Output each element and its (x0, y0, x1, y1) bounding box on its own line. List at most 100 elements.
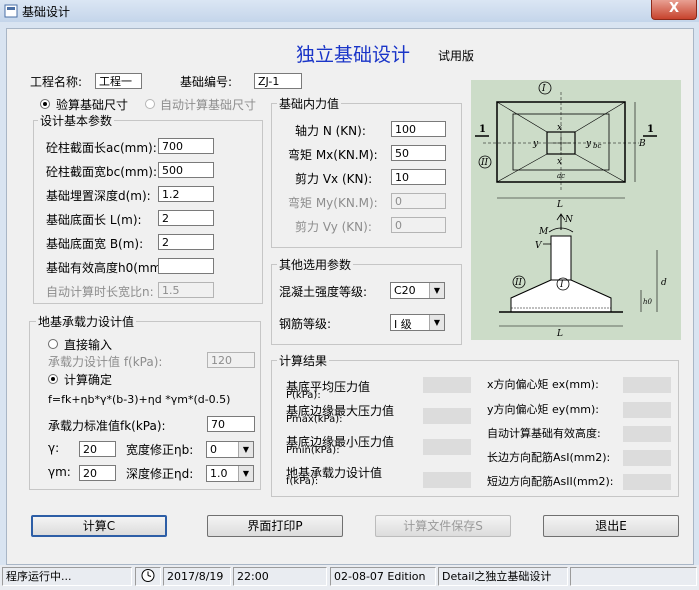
steel-label: 钢筋等级: (279, 317, 332, 331)
ac-label: 砼柱截面长ac(mm): (46, 141, 157, 155)
check-size-radio[interactable] (40, 99, 50, 109)
chevron-down-icon[interactable]: ▼ (429, 315, 444, 330)
eta-b-value: 0 (210, 443, 217, 456)
fa-result (423, 472, 471, 488)
bc-input[interactable] (158, 162, 214, 178)
calc-determine-radio[interactable] (48, 374, 58, 384)
direct-input-radio[interactable] (48, 339, 58, 349)
chevron-down-icon[interactable]: ▼ (238, 466, 253, 481)
L-label: 基础底面长 L(m): (46, 213, 142, 227)
d-label: d (661, 278, 667, 288)
M-diagram-label: M (538, 227, 549, 237)
Vx-label: 剪力 Vx (KN): (295, 172, 373, 186)
page-title: 独立基础设计 (296, 44, 411, 66)
ac-input[interactable] (158, 138, 214, 154)
bc-dim-label: bc (593, 142, 601, 150)
status-running: 程序运行中... (2, 567, 132, 586)
eta-d-label: 深度修正ηd: (126, 467, 194, 481)
steel-value: I 级 (394, 318, 412, 331)
section-I-elev-label: I (559, 280, 564, 290)
ey-label: y方向偏心矩 ey(mm): (487, 403, 600, 416)
N-input[interactable] (391, 121, 446, 137)
N-label: 轴力 N (KN): (295, 124, 366, 138)
d-label: 基础埋置深度d(m): (46, 189, 151, 203)
Mx-input[interactable] (391, 145, 446, 161)
asII-label: 短边方向配筋AsII(mm2): (487, 475, 614, 488)
h0-diagram-label: h0 (643, 298, 653, 306)
Mx-label: 弯矩 Mx(KN.M): (288, 148, 378, 162)
status-empty (570, 567, 697, 586)
status-edition: 02-08-07 Edition (330, 567, 436, 586)
basic-params-title: 设计基本参数 (38, 112, 115, 129)
project-name-label: 工程名称: (30, 75, 83, 89)
B-input[interactable] (158, 234, 214, 250)
Vy-input (391, 217, 446, 233)
section-one-right: 1 (647, 124, 654, 135)
Vy-label: 剪力 Vy (KN): (295, 220, 372, 234)
concrete-label: 混凝土强度等级: (279, 285, 368, 299)
L-input[interactable] (158, 210, 214, 226)
Vx-input[interactable] (391, 169, 446, 185)
B-plan-label: B (638, 139, 646, 149)
calculate-button[interactable]: 计算C (31, 515, 167, 537)
ratio-label: 自动计算时长宽比n: (46, 285, 154, 299)
auto-size-radio[interactable] (145, 99, 155, 109)
chevron-down-icon[interactable]: ▼ (238, 442, 253, 457)
ex-label: x方向偏心矩 ex(mm): (487, 378, 599, 391)
ex-result (623, 377, 671, 393)
gamma-input[interactable] (79, 441, 116, 457)
eta-b-select[interactable]: 0 ▼ (206, 441, 254, 458)
foundation-code-input[interactable] (254, 73, 302, 89)
auto-h-label: 自动计算基础有效高度: (487, 427, 601, 440)
d-input[interactable] (158, 186, 214, 202)
bearing-formula: f=fk+ηb*γ*(b-3)+ηd *γm*(d-0.5) (48, 393, 231, 406)
foundation-code-label: 基础编号: (180, 75, 233, 89)
p-result (423, 377, 471, 393)
steel-select[interactable]: I 级 ▼ (390, 314, 445, 331)
save-button[interactable]: 计算文件保存S (375, 515, 511, 537)
project-name-input[interactable] (95, 73, 142, 89)
window-title: 基础设计 (22, 5, 71, 19)
eta-d-select[interactable]: 1.0 ▼ (206, 465, 254, 482)
x-label-bottom: x (557, 157, 562, 167)
h0-input[interactable] (158, 258, 214, 274)
column-elevation (550, 235, 572, 281)
status-date: 2017/8/19 (163, 567, 231, 586)
V-diagram-label: V (535, 241, 543, 251)
asI-result (623, 450, 671, 466)
status-time: 22:00 (233, 567, 327, 586)
eta-d-value: 1.0 (210, 467, 228, 480)
concrete-select[interactable]: C20 ▼ (390, 282, 445, 299)
close-button[interactable]: X (651, 0, 697, 20)
print-button[interactable]: 界面打印P (207, 515, 343, 537)
window: 基础设计 X 独立基础设计 试用版 工程名称: 基础编号: 验算基础尺寸 自动计… (0, 0, 699, 590)
ratio-input (158, 282, 214, 298)
concrete-value: C20 (394, 284, 416, 297)
forces-title: 基础内力值 (277, 95, 342, 112)
L-plan-label: L (556, 200, 563, 210)
gamma-m-input[interactable] (79, 465, 116, 481)
p-sub-label: P(kPa): (286, 390, 321, 401)
My-input (391, 193, 446, 209)
chevron-down-icon[interactable]: ▼ (429, 283, 444, 298)
section-II-label: II (480, 158, 489, 168)
f-design-label: 承载力设计值 f(kPa): (48, 355, 163, 369)
pmax-result (423, 408, 471, 424)
check-size-label: 验算基础尺寸 (56, 98, 129, 112)
y-label-right: y (585, 139, 592, 149)
h0-label: 基础有效高度h0(mm): (46, 261, 171, 275)
My-label: 弯矩 My(KN.M): (288, 196, 378, 210)
gamma-m-label: γm: (48, 465, 71, 479)
eta-b-label: 宽度修正ηb: (126, 443, 194, 457)
direct-input-label: 直接输入 (64, 338, 113, 352)
f-design-input (207, 352, 255, 368)
bc-label: 砼柱截面宽bc(mm): (46, 165, 158, 179)
fa-sub-label: f(kPa): (286, 476, 319, 487)
clock-icon (141, 569, 155, 582)
y-label: y (532, 139, 539, 149)
exit-button[interactable]: 退出E (543, 515, 679, 537)
x-label: x (557, 123, 562, 133)
bearing-title: 地基承载力设计值 (36, 313, 137, 330)
fk-label: 承载力标准值fk(kPa): (48, 419, 166, 433)
fk-input[interactable] (207, 416, 255, 432)
